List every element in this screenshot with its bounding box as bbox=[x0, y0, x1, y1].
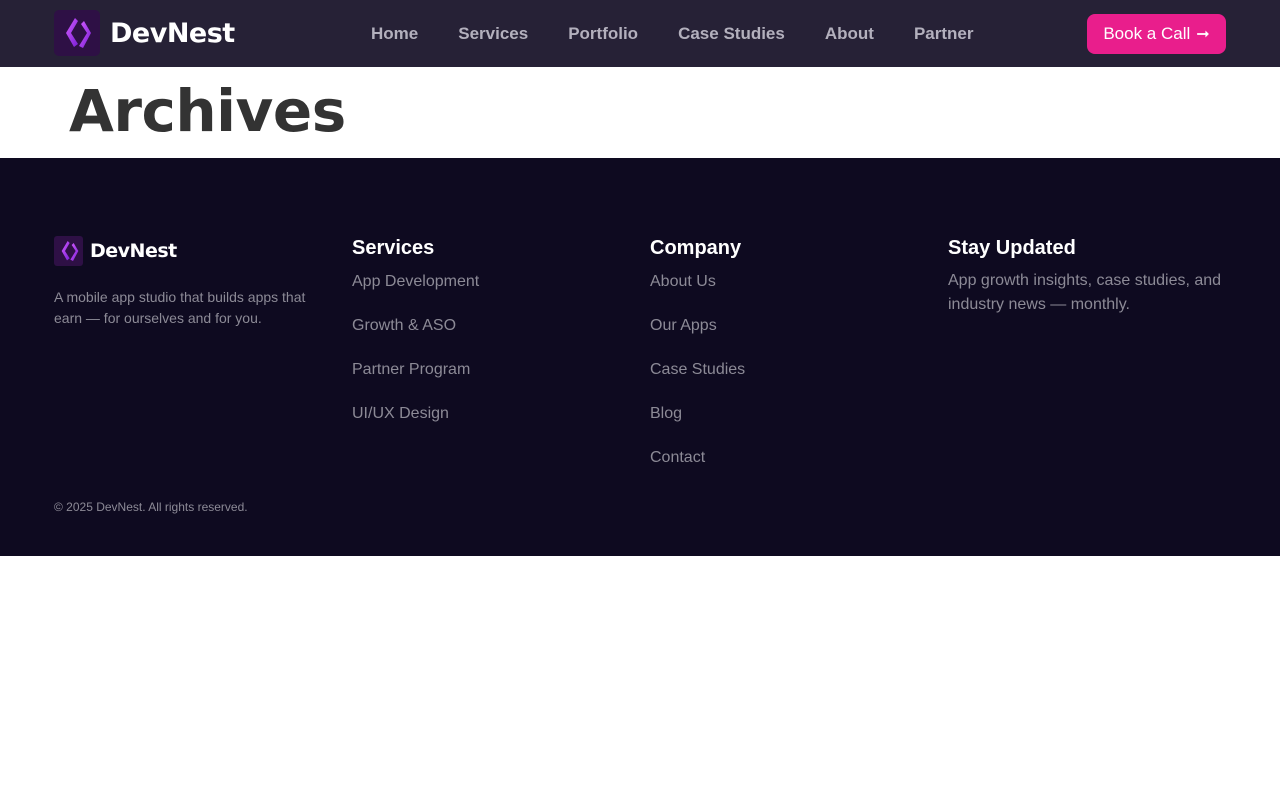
nav-services[interactable]: Services bbox=[438, 24, 548, 44]
footer-brand-name: DevNest bbox=[90, 240, 177, 262]
arrow-right-icon: ➞ bbox=[1196, 26, 1210, 43]
footer-services-column: Services App Development Growth & ASO Pa… bbox=[352, 236, 479, 445]
footer-description: A mobile app studio that builds apps tha… bbox=[54, 289, 306, 326]
footer-link-growth-aso[interactable]: Growth & ASO bbox=[352, 313, 479, 357]
site-footer: DevNest A mobile app studio that builds … bbox=[0, 158, 1280, 556]
devnest-logo-icon bbox=[54, 236, 83, 266]
footer-link-partner-program[interactable]: Partner Program bbox=[352, 357, 479, 401]
brand-logo[interactable]: DevNest bbox=[54, 10, 235, 56]
nav-home[interactable]: Home bbox=[351, 24, 438, 44]
main-nav: Home Services Portfolio Case Studies Abo… bbox=[351, 0, 993, 67]
page-title: Archives bbox=[69, 77, 346, 145]
footer-newsletter-column: Stay Updated App growth insights, case s… bbox=[948, 236, 1238, 317]
brand-name: DevNest bbox=[110, 17, 235, 49]
footer-link-our-apps[interactable]: Our Apps bbox=[650, 313, 745, 357]
copyright-text: © 2025 DevNest. All rights reserved. bbox=[54, 500, 248, 514]
footer-link-about-us[interactable]: About Us bbox=[650, 269, 745, 313]
footer-link-case-studies[interactable]: Case Studies bbox=[650, 357, 745, 401]
nav-partner[interactable]: Partner bbox=[894, 24, 994, 44]
nav-portfolio[interactable]: Portfolio bbox=[548, 24, 658, 44]
site-header: DevNest Home Services Portfolio Case Stu… bbox=[0, 0, 1280, 67]
book-a-call-button[interactable]: Book a Call ➞ bbox=[1087, 14, 1226, 54]
devnest-logo-icon bbox=[54, 10, 100, 56]
footer-services-heading: Services bbox=[352, 237, 435, 259]
nav-case-studies[interactable]: Case Studies bbox=[658, 24, 805, 44]
book-a-call-label: Book a Call bbox=[1103, 24, 1191, 43]
footer-company-column: Company About Us Our Apps Case Studies B… bbox=[650, 236, 745, 489]
footer-link-blog[interactable]: Blog bbox=[650, 401, 745, 445]
footer-brand-column: DevNest A mobile app studio that builds … bbox=[54, 236, 324, 329]
footer-newsletter-text: App growth insights, case studies, and i… bbox=[948, 272, 1222, 313]
footer-company-heading: Company bbox=[650, 237, 742, 259]
nav-about[interactable]: About bbox=[805, 24, 894, 44]
footer-link-contact[interactable]: Contact bbox=[650, 445, 745, 489]
footer-link-ui-ux-design[interactable]: UI/UX Design bbox=[352, 401, 479, 445]
footer-logo[interactable]: DevNest bbox=[54, 236, 324, 266]
footer-link-app-development[interactable]: App Development bbox=[352, 269, 479, 313]
footer-newsletter-heading: Stay Updated bbox=[948, 237, 1076, 259]
